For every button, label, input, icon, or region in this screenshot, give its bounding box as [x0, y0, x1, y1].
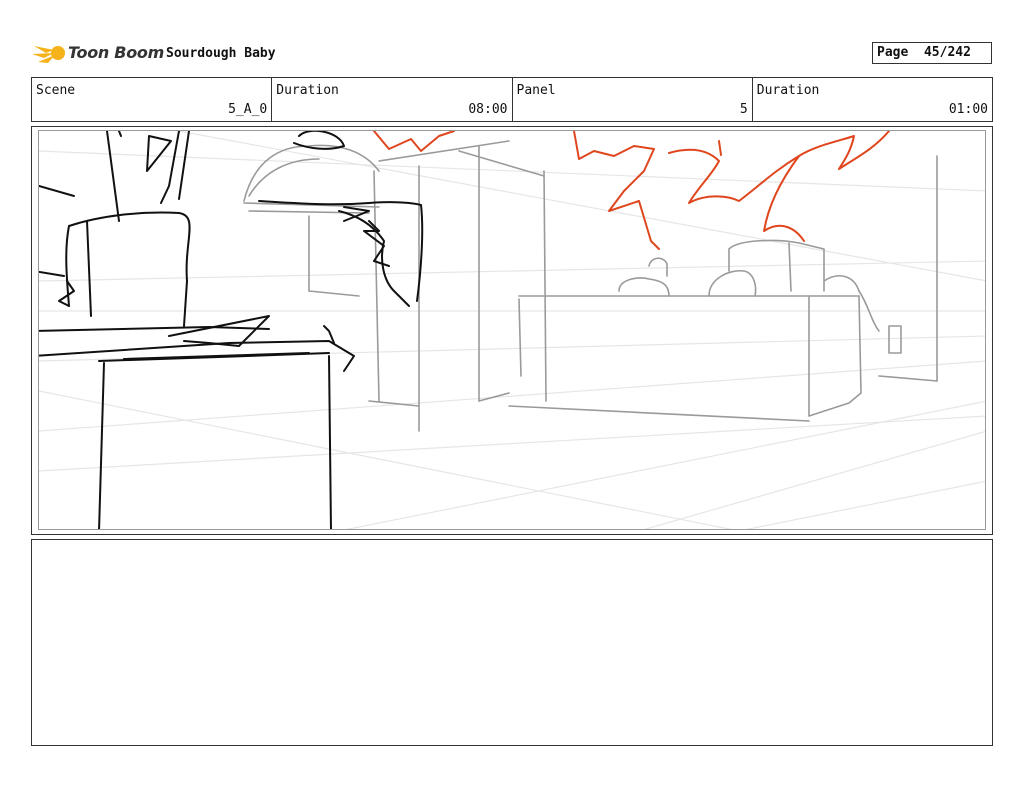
- page-indicator: Page 45/242: [872, 42, 992, 64]
- sketch-drawing: [39, 131, 985, 529]
- scene-duration-cell: Duration 08:00: [272, 78, 513, 121]
- scene-duration-value: 08:00: [468, 102, 508, 117]
- panel-duration-value: 01:00: [948, 102, 988, 117]
- page-label: Page: [877, 45, 909, 60]
- page-number: 45/242: [923, 45, 971, 60]
- panel-duration-cell: Duration 01:00: [753, 78, 992, 121]
- scene-info-row: Scene 5_A_0 Duration 08:00 Panel 5 Durat…: [31, 77, 993, 122]
- panel-value: 5: [739, 102, 748, 117]
- foreground-sketch: [39, 131, 424, 529]
- panel-notes-box: [31, 539, 993, 746]
- scene-value: 5_A_0: [228, 102, 268, 117]
- storyboard-panel-image: [38, 130, 986, 530]
- scene-duration-label: Duration: [276, 83, 339, 98]
- panel-label: Panel: [516, 83, 556, 98]
- scene-cell: Scene 5_A_0: [32, 78, 273, 121]
- panel-duration-label: Duration: [756, 83, 820, 98]
- red-sketch: [373, 131, 890, 250]
- project-title: Sourdough Baby: [166, 46, 276, 61]
- logo-text: Toon Boom: [68, 43, 164, 62]
- panel-cell: Panel 5: [513, 78, 753, 121]
- scene-label: Scene: [36, 83, 76, 98]
